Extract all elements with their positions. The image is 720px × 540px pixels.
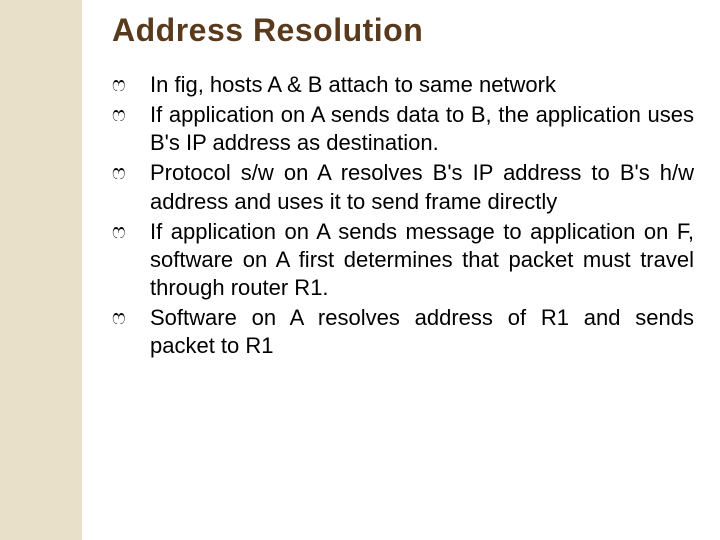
bullet-text: If application on A sends data to B, the… <box>150 102 694 155</box>
list-item: ෆ Protocol s/w on A resolves B's IP addr… <box>112 159 694 215</box>
bullet-icon: ෆ <box>112 73 126 99</box>
decorative-sidebar <box>0 0 82 540</box>
list-item: ෆ If application on A sends data to B, t… <box>112 101 694 157</box>
slide-content: Address Resolution ෆ In fig, hosts A & B… <box>82 0 720 540</box>
bullet-icon: ෆ <box>112 306 126 332</box>
list-item: ෆ If application on A sends message to a… <box>112 218 694 302</box>
bullet-list: ෆ In fig, hosts A & B attach to same net… <box>112 71 694 361</box>
bullet-text: In fig, hosts A & B attach to same netwo… <box>150 72 556 97</box>
bullet-icon: ෆ <box>112 220 126 246</box>
list-item: ෆ Software on A resolves address of R1 a… <box>112 304 694 360</box>
bullet-text: Software on A resolves address of R1 and… <box>150 305 694 358</box>
bullet-text: Protocol s/w on A resolves B's IP addres… <box>150 160 694 213</box>
bullet-text: If application on A sends message to app… <box>150 219 694 300</box>
bullet-icon: ෆ <box>112 103 126 129</box>
bullet-icon: ෆ <box>112 161 126 187</box>
list-item: ෆ In fig, hosts A & B attach to same net… <box>112 71 694 99</box>
page-title: Address Resolution <box>112 12 694 49</box>
